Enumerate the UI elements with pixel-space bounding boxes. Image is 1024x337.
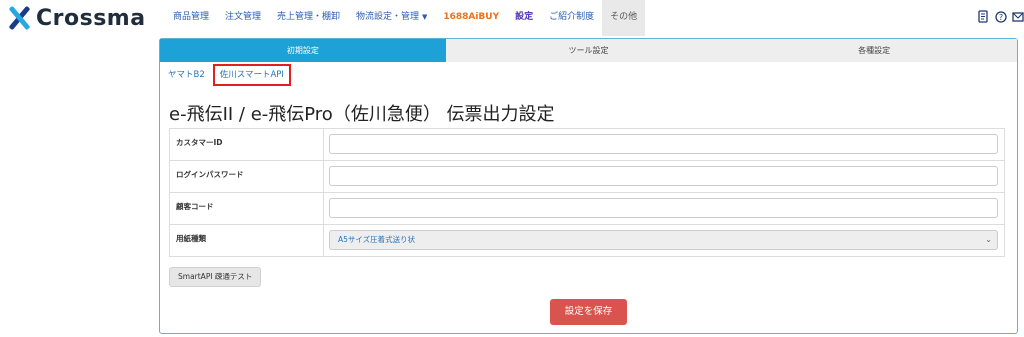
chevron-down-icon: ⌄ — [985, 235, 992, 244]
nav-item-logistics[interactable]: 物流設定・管理 ▼ — [348, 0, 435, 36]
password-input[interactable] — [329, 166, 998, 186]
nav-item-logistics-label: 物流設定・管理 — [356, 12, 420, 22]
nav-item-products[interactable]: 商品管理 — [165, 0, 217, 36]
form-row-paper-type: 用紙種類 A5サイズ圧着式送り状 ⌄ — [169, 225, 1005, 257]
carrier-subtabs: ヤマトB2 佐川スマートAPI — [160, 64, 291, 86]
subtab-sagawa-smart-api[interactable]: 佐川スマートAPI — [212, 64, 291, 86]
nav-item-referral[interactable]: ご紹介制度 — [541, 0, 602, 36]
paper-type-label: 用紙種類 — [170, 225, 324, 256]
nav-item-orders[interactable]: 注文管理 — [217, 0, 269, 36]
nav-item-1688aibuy[interactable]: 1688AiBUY — [435, 0, 507, 36]
smartapi-test-button[interactable]: SmartAPI 疎通テスト — [169, 267, 262, 287]
caret-down-icon: ▼ — [421, 13, 428, 21]
customer-id-label: カスタマーID — [170, 129, 324, 160]
tab-tool-settings[interactable]: ツール設定 — [445, 39, 732, 62]
password-label: ログインパスワード — [170, 161, 324, 192]
mail-icon[interactable] — [1011, 10, 1024, 23]
tab-initial-settings[interactable]: 初期設定 — [160, 39, 446, 62]
settings-panel: 初期設定 ツール設定 各種設定 ヤマトB2 佐川スマートAPI e-飛伝II /… — [159, 38, 1018, 334]
form-row-customer-id: カスタマーID — [169, 129, 1005, 161]
paper-type-select[interactable]: A5サイズ圧着式送り状 ⌄ — [329, 230, 998, 250]
logo-text: Crossma — [36, 5, 146, 31]
page-title: e-飛伝II / e-飛伝Pro（佐川急便） 伝票出力設定 — [169, 104, 555, 125]
client-code-label: 顧客コード — [170, 193, 324, 224]
form-row-password: ログインパスワード — [169, 161, 1005, 193]
paper-type-selected-value: A5サイズ圧着式送り状 — [338, 235, 416, 244]
tab-various-settings[interactable]: 各種設定 — [731, 39, 1018, 62]
help-icon[interactable]: ? — [994, 10, 1007, 23]
customer-id-input[interactable] — [329, 134, 998, 154]
nav-item-other[interactable]: その他 — [602, 0, 646, 36]
subtab-yamato-b2[interactable]: ヤマトB2 — [163, 64, 210, 86]
form-row-client-code: 顧客コード — [169, 193, 1005, 225]
settings-form: カスタマーID ログインパスワード 顧客コード 用紙種類 A5サイズ圧着式送り状… — [169, 128, 1005, 257]
settings-tabs: 初期設定 ツール設定 各種設定 — [160, 39, 1018, 62]
top-navbar: Crossma 商品管理 注文管理 売上管理・棚卸 物流設定・管理 ▼ 1688… — [0, 0, 1024, 36]
main-nav: 商品管理 注文管理 売上管理・棚卸 物流設定・管理 ▼ 1688AiBUY 設定… — [165, 0, 646, 36]
logo-x-icon — [6, 5, 32, 31]
save-settings-button[interactable]: 設定を保存 — [550, 299, 627, 325]
nav-item-settings[interactable]: 設定 — [507, 0, 541, 36]
client-code-input[interactable] — [329, 198, 998, 218]
nav-item-sales[interactable]: 売上管理・棚卸 — [269, 0, 348, 36]
document-icon[interactable] — [977, 10, 990, 23]
crossma-logo[interactable]: Crossma — [6, 4, 146, 32]
top-icons: ? — [977, 10, 1024, 23]
svg-text:?: ? — [998, 13, 1002, 22]
